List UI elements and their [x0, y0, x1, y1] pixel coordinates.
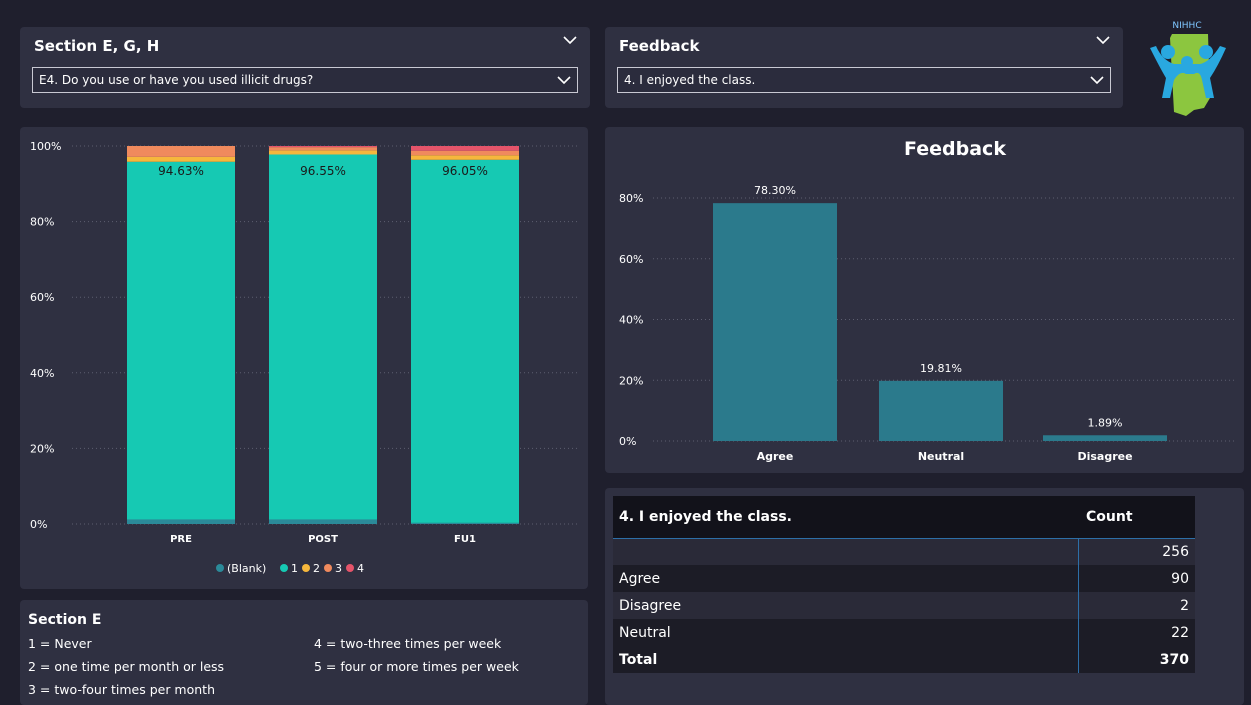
nihhc-logo: NIHHC [1140, 18, 1235, 118]
bar-segment-post-3[interactable] [269, 147, 377, 151]
matrix-total-row: Total 370 [613, 646, 1195, 673]
table-row: 256 [613, 537, 1195, 565]
section-key-title: Section E [28, 612, 102, 628]
y-tick-label: 80% [30, 216, 54, 229]
section-key-panel: Section E 1 = Never 2 = one time per mon… [20, 600, 588, 705]
bar-segment-post-2[interactable] [269, 150, 377, 155]
feedback-dropdown-value: 4. I enjoyed the class. [624, 73, 756, 87]
feedback-slicer-title: Feedback [619, 37, 700, 55]
section-dropdown[interactable]: E4. Do you use or have you used illicit … [32, 67, 578, 93]
legend-marker [280, 564, 288, 572]
bar-agree[interactable] [713, 203, 837, 441]
x-tick-label: POST [308, 534, 338, 545]
bar-neutral[interactable] [879, 380, 1003, 441]
bar-segment-fu1-2[interactable] [411, 155, 519, 160]
legend-label[interactable]: 1 [291, 562, 298, 575]
legend-label[interactable]: 2 [313, 562, 320, 575]
legend-marker [302, 564, 310, 572]
x-tick-label: Disagree [1077, 450, 1132, 463]
y-tick-label: 40% [30, 367, 54, 380]
table-row: Disagree 2 [613, 592, 1195, 619]
bar-segment-post-1[interactable] [269, 154, 377, 520]
matrix-row-label: Neutral [613, 619, 1078, 646]
x-tick-label: Neutral [918, 450, 964, 463]
chevron-down-icon [1090, 76, 1104, 85]
y-tick-label: 80% [619, 192, 643, 205]
legend-marker [324, 564, 332, 572]
bar-segment-fu1-1[interactable] [411, 159, 519, 523]
chevron-down-icon [557, 76, 571, 85]
legend-label[interactable]: 3 [335, 562, 342, 575]
matrix-row-label [613, 537, 1078, 565]
x-tick-label: PRE [170, 534, 192, 545]
feedback-matrix: 4. I enjoyed the class. Count 256 Agree … [613, 496, 1195, 673]
data-label: 19.81% [920, 362, 962, 375]
chart-title: Feedback [904, 138, 1006, 160]
y-tick-label: 60% [619, 253, 643, 266]
y-tick-label: 100% [30, 140, 61, 153]
matrix-header-count[interactable]: Count [1078, 496, 1195, 538]
bar-segment-fu1-3[interactable] [411, 150, 519, 156]
matrix-row-count: 2 [1077, 592, 1195, 619]
table-row: Agree 90 [613, 565, 1195, 592]
matrix-header-question[interactable]: 4. I enjoyed the class. [613, 496, 1078, 538]
data-label: 1.89% [1088, 416, 1123, 429]
y-tick-label: 40% [619, 314, 643, 327]
key-item-2: 2 = one time per month or less [28, 659, 225, 674]
legend-marker [216, 564, 224, 572]
y-tick-label: 60% [30, 291, 54, 304]
table-row: Neutral 22 [613, 619, 1195, 646]
feedback-matrix-panel: 4. I enjoyed the class. Count 256 Agree … [605, 488, 1244, 705]
key-item-4: 4 = two-three times per week [314, 636, 502, 651]
feedback-slicer: Feedback 4. I enjoyed the class. [605, 27, 1123, 108]
matrix-total-label: Total [613, 646, 1078, 673]
logo-icon: NIHHC [1150, 21, 1226, 116]
x-tick-label: Agree [757, 450, 794, 463]
chevron-up-icon[interactable] [1095, 33, 1111, 47]
stacked-bar-chart: 100% 80% 60% 40% 20% 0% 94.63% PRE 96.55% POST 96.… [30, 140, 580, 575]
matrix-total-count: 370 [1077, 646, 1195, 673]
bar-segment-fu1-blank[interactable] [411, 522, 519, 524]
legend-marker [346, 564, 354, 572]
bar-segment-pre-blank[interactable] [127, 519, 235, 524]
matrix-row-label: Disagree [613, 592, 1078, 619]
key-item-1: 1 = Never [28, 636, 92, 651]
logo-text: NIHHC [1172, 21, 1201, 31]
bar-segment-pre-1[interactable] [127, 161, 235, 520]
x-tick-label: FU1 [454, 534, 476, 545]
section-dropdown-value: E4. Do you use or have you used illicit … [39, 73, 314, 87]
section-slicer: Section E, G, H E4. Do you use or have y… [20, 27, 590, 108]
y-tick-label: 0% [619, 435, 636, 448]
matrix-row-count: 256 [1077, 537, 1195, 565]
bar-segment-post-4[interactable] [269, 146, 377, 148]
stacked-bar-chart-panel: 100% 80% 60% 40% 20% 0% 94.63% PRE 96.55% POST 96.… [20, 127, 588, 589]
legend-label[interactable]: 4 [357, 562, 364, 575]
key-item-5: 5 = four or more times per week [314, 659, 519, 674]
data-label: 94.63% [158, 164, 204, 178]
data-label: 96.05% [442, 164, 488, 178]
matrix-row-count: 90 [1077, 565, 1195, 592]
feedback-bar-chart: Feedback 80% 60% 40% 20% 0% 78.30% Agree 19.81% N… [619, 138, 1235, 463]
bar-segment-post-blank[interactable] [269, 519, 377, 524]
bar-disagree[interactable] [1043, 435, 1167, 441]
bar-segment-fu1-4[interactable] [411, 146, 519, 151]
data-label: 78.30% [754, 184, 796, 197]
chevron-up-icon[interactable] [562, 33, 578, 47]
matrix-header-row: 4. I enjoyed the class. Count [613, 496, 1195, 538]
key-item-3: 3 = two-four times per month [28, 682, 216, 697]
matrix-row-label: Agree [613, 565, 1078, 592]
feedback-bar-chart-panel: Feedback 80% 60% 40% 20% 0% 78.30% Agree 19.81% N… [605, 127, 1244, 473]
data-label: 96.55% [300, 164, 346, 178]
y-tick-label: 0% [30, 518, 47, 531]
feedback-dropdown[interactable]: 4. I enjoyed the class. [617, 67, 1111, 93]
legend-label[interactable]: (Blank) [227, 562, 266, 575]
bar-segment-pre-2[interactable] [127, 156, 235, 162]
y-tick-label: 20% [30, 442, 54, 455]
y-tick-label: 20% [619, 374, 643, 387]
bar-segment-pre-3[interactable] [127, 146, 235, 157]
matrix-row-count: 22 [1077, 619, 1195, 646]
section-slicer-title: Section E, G, H [34, 37, 160, 55]
